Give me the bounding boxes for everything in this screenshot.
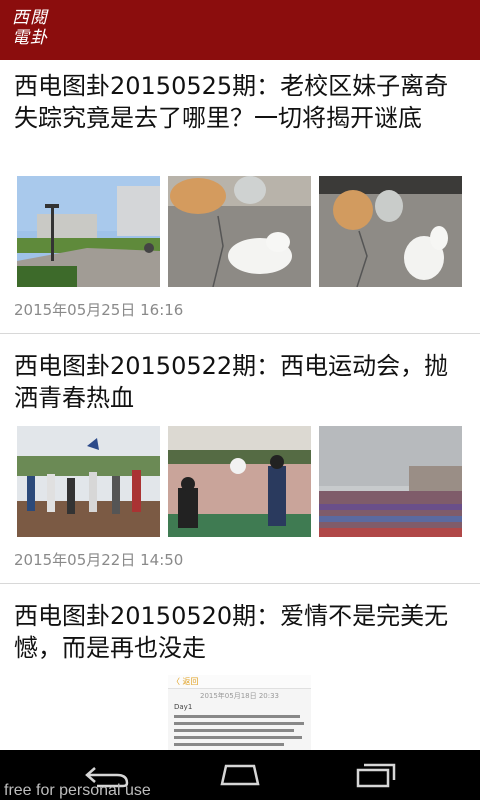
article-card[interactable]: 西电图卦20150525期：老校区妹子离奇失踪究竟是去了哪里？一切将揭开谜底 2… [0, 60, 480, 332]
home-icon[interactable] [210, 758, 270, 792]
sports-meet-track-photo [168, 426, 311, 537]
article-thumbnails [17, 426, 463, 537]
article-title: 西电图卦20150522期：西电运动会，抛洒青春热血 [14, 352, 449, 412]
cats-photo [168, 176, 311, 287]
article-date: 2015年05月22日 14:50 [14, 551, 184, 569]
watermark-text: free for personal use [4, 782, 151, 799]
recent-apps-icon[interactable] [344, 758, 404, 792]
article-date: 2015年05月25日 16:16 [14, 301, 184, 319]
article-thumbnails [17, 176, 463, 287]
stadium-photo [319, 426, 462, 537]
cats-photo-2 [319, 176, 462, 287]
article-title: 西电图卦20150525期：老校区妹子离奇失踪究竟是去了哪里？一切将揭开谜底 [14, 72, 449, 132]
campus-road-photo [17, 176, 160, 287]
app-bar: 西閱 電卦 [0, 0, 480, 60]
sports-meet-crowd-photo [17, 426, 160, 537]
logo-line-2: 電卦 [12, 28, 48, 48]
article-feed[interactable]: 西电图卦20150525期：老校区妹子离奇失踪究竟是去了哪里？一切将揭开谜底 2… [0, 60, 480, 750]
article-thumbnails: 〈 返回 2015年05月18日 20:33 Day1 [17, 675, 463, 750]
chat-screenshot: 〈 返回 2015年05月18日 20:33 Day1 [168, 675, 311, 750]
app-logo[interactable]: 西閱 電卦 [12, 8, 52, 52]
logo-line-1: 西閱 [12, 8, 48, 28]
article-card[interactable]: 西电图卦20150522期：西电运动会，抛洒青春热血 2015年05月22日 1… [0, 334, 480, 583]
article-title: 西电图卦20150520期：爱情不是完美无憾，而是再也没走 [14, 602, 449, 662]
article-card[interactable]: 西电图卦20150520期：爱情不是完美无憾，而是再也没走 〈 返回 2015年… [0, 584, 480, 750]
